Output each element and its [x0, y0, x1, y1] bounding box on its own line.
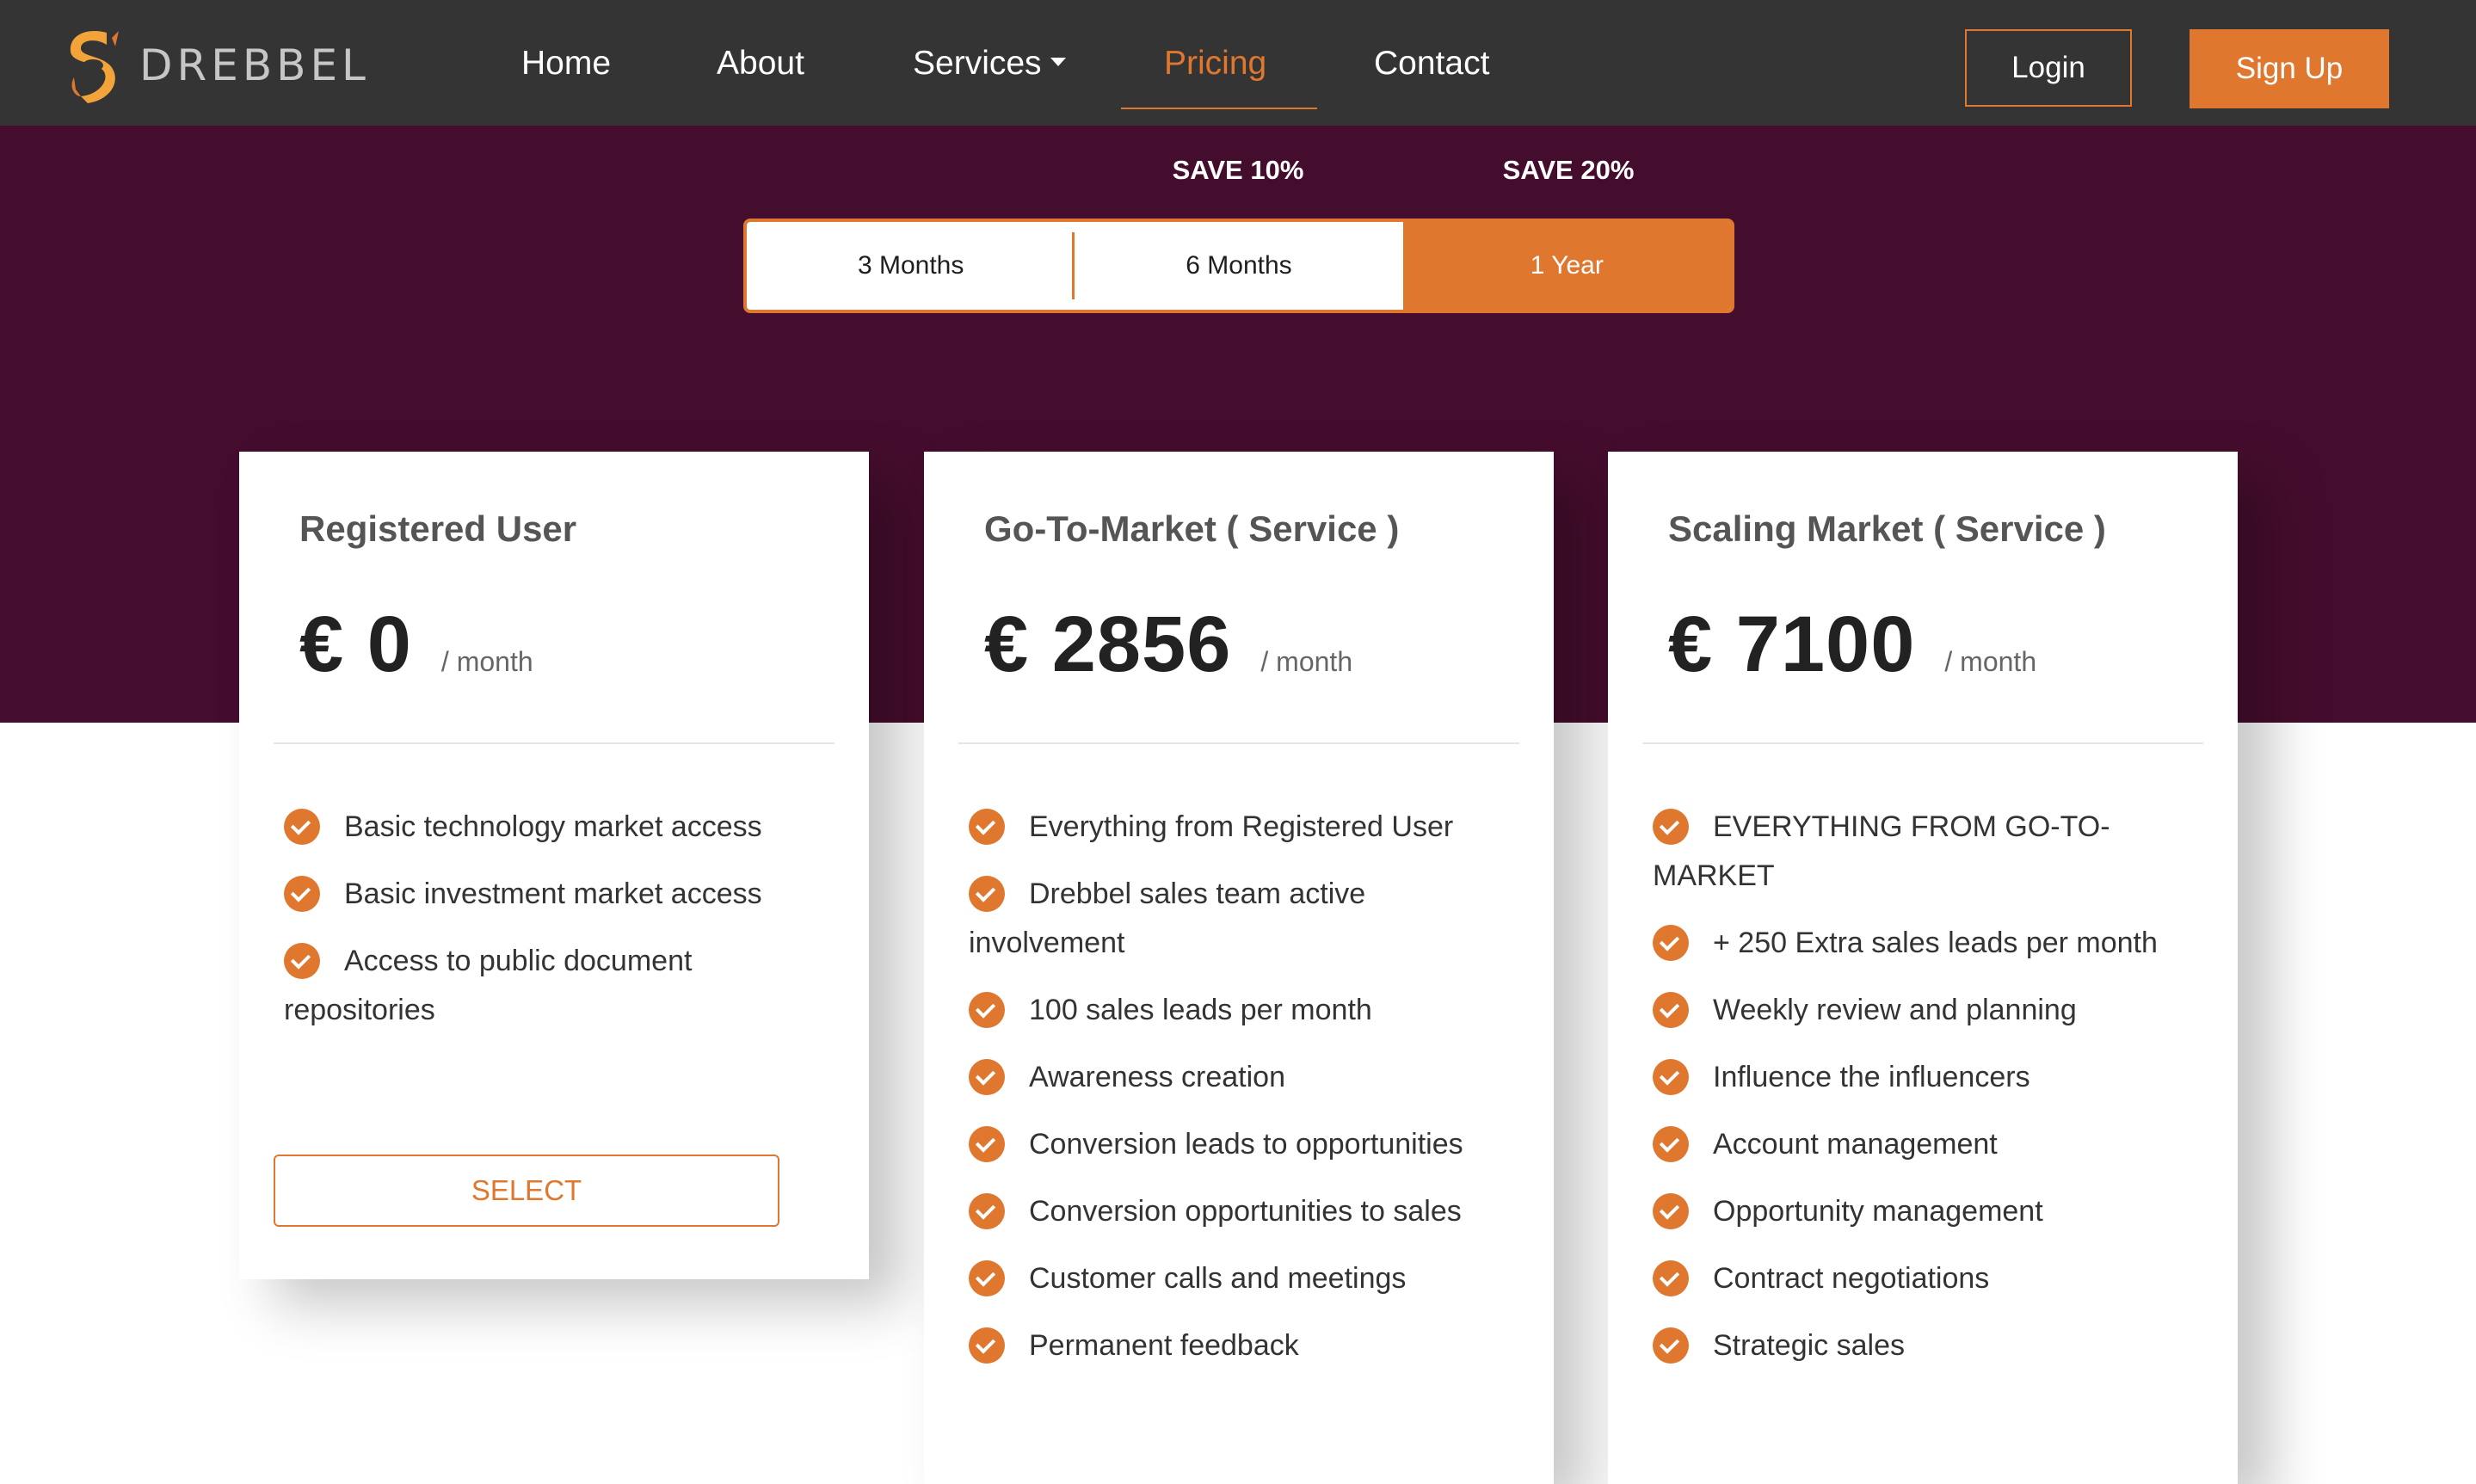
drebbel-logo-icon	[70, 31, 119, 103]
caret-down-icon	[1050, 57, 1066, 66]
nav-services-dropdown[interactable]: Services	[913, 45, 1066, 83]
nav-pricing-link[interactable]: Pricing	[1164, 45, 1266, 83]
nav-services-label: Services	[913, 45, 1042, 82]
feature-item: Conversion opportunities to sales	[969, 1187, 1537, 1236]
feature-item: Account management	[1653, 1120, 2220, 1169]
check-icon	[284, 876, 320, 913]
check-icon	[1653, 992, 1689, 1029]
feature-text: Drebbel sales team active involvement	[969, 877, 1366, 959]
feature-item: 100 sales leads per month	[969, 986, 1537, 1035]
feature-text: Conversion leads to opportunities	[1029, 1128, 1463, 1161]
feature-item: Contract negotiations	[1653, 1254, 2220, 1303]
feature-item: Everything from Registered User	[969, 803, 1537, 852]
plan-price-row: € 2856 / month	[984, 600, 1352, 690]
check-icon	[1653, 809, 1689, 846]
feature-text: + 250 Extra sales leads per month	[1713, 927, 2158, 959]
plan-card-scaling-market: Scaling Market ( Service ) € 7100 / mont…	[1608, 452, 2238, 1484]
feature-text: Influence the influencers	[1713, 1061, 2030, 1093]
period-option-6-months[interactable]: 6 Months	[1075, 222, 1402, 310]
plan-feature-list: EVERYTHING FROM GO-TO-MARKET + 250 Extra…	[1653, 803, 2220, 1389]
feature-item: Basic investment market access	[284, 870, 852, 919]
check-icon	[1653, 1260, 1689, 1297]
plan-price: € 0	[299, 600, 412, 688]
save-badge-6-months: SAVE 10%	[1172, 155, 1304, 185]
feature-text: EVERYTHING FROM GO-TO-MARKET	[1653, 810, 2110, 892]
plan-period: / month	[440, 646, 533, 677]
feature-text: Access to public document repositories	[284, 945, 693, 1026]
check-icon	[969, 1193, 1005, 1230]
nav-contact-link[interactable]: Contact	[1374, 45, 1489, 83]
check-icon	[1653, 1193, 1689, 1230]
feature-text: Strategic sales	[1713, 1329, 1905, 1362]
signup-button[interactable]: Sign Up	[2190, 29, 2389, 108]
plan-period: / month	[1260, 646, 1353, 677]
plan-title: Go-To-Market ( Service )	[984, 508, 1400, 549]
plan-card-registered-user: Registered User € 0 / month Basic techno…	[239, 452, 869, 1279]
plan-title: Registered User	[299, 508, 577, 549]
check-icon	[969, 1126, 1005, 1163]
nav-about-link[interactable]: About	[717, 45, 804, 83]
feature-text: Conversion opportunities to sales	[1029, 1195, 1462, 1228]
nav-home-link[interactable]: Home	[521, 45, 611, 83]
check-icon	[284, 943, 320, 980]
feature-text: Customer calls and meetings	[1029, 1262, 1407, 1295]
check-icon	[969, 1260, 1005, 1297]
check-icon	[1653, 1059, 1689, 1096]
plan-period: / month	[1944, 646, 2037, 677]
check-icon	[1653, 1327, 1689, 1364]
feature-item: Strategic sales	[1653, 1321, 2220, 1370]
feature-text: Basic investment market access	[344, 877, 762, 910]
feature-text: Awareness creation	[1029, 1061, 1285, 1093]
check-icon	[1653, 1126, 1689, 1163]
card-divider	[958, 742, 1519, 744]
feature-item: Permanent feedback	[969, 1321, 1537, 1370]
feature-item: Conversion leads to opportunities	[969, 1120, 1537, 1169]
check-icon	[969, 1059, 1005, 1096]
feature-item: Opportunity management	[1653, 1187, 2220, 1236]
check-icon	[969, 992, 1005, 1029]
plan-price: € 7100	[1668, 600, 1916, 688]
feature-item: Influence the influencers	[1653, 1053, 2220, 1102]
feature-text: 100 sales leads per month	[1029, 994, 1372, 1026]
period-option-3-months[interactable]: 3 Months	[747, 222, 1075, 310]
feature-text: Everything from Registered User	[1029, 810, 1454, 843]
plan-price-row: € 7100 / month	[1668, 600, 2036, 690]
check-icon	[969, 1327, 1005, 1364]
feature-item: EVERYTHING FROM GO-TO-MARKET	[1653, 803, 2220, 901]
feature-item: Drebbel sales team active involvement	[969, 870, 1537, 968]
plan-price: € 2856	[984, 600, 1232, 688]
check-icon	[969, 809, 1005, 846]
feature-text: Permanent feedback	[1029, 1329, 1299, 1362]
feature-text: Weekly review and planning	[1713, 994, 2077, 1026]
brand-logo[interactable]: DREBBEL	[62, 26, 370, 105]
feature-item: + 250 Extra sales leads per month	[1653, 919, 2220, 968]
billing-period-toggle: 3 Months 6 Months 1 Year	[743, 219, 1734, 313]
card-divider	[1642, 742, 2203, 744]
save-badge-1-year: SAVE 20%	[1502, 155, 1635, 185]
plan-title: Scaling Market ( Service )	[1668, 508, 2106, 549]
plan-card-go-to-market: Go-To-Market ( Service ) € 2856 / month …	[924, 452, 1554, 1484]
feature-item: Access to public document repositories	[284, 937, 852, 1035]
feature-text: Account management	[1713, 1128, 1998, 1161]
feature-item: Customer calls and meetings	[969, 1254, 1537, 1303]
period-option-1-year[interactable]: 1 Year	[1402, 222, 1731, 310]
brand-name: DREBBEL	[139, 40, 370, 90]
plan-price-row: € 0 / month	[299, 600, 533, 690]
feature-item: Awareness creation	[969, 1053, 1537, 1102]
feature-text: Basic technology market access	[344, 810, 762, 843]
check-icon	[969, 876, 1005, 913]
plan-feature-list: Basic technology market access Basic inv…	[284, 803, 852, 1053]
feature-text: Opportunity management	[1713, 1195, 2043, 1228]
login-button[interactable]: Login	[1965, 29, 2132, 107]
card-divider	[274, 742, 835, 744]
feature-item: Weekly review and planning	[1653, 986, 2220, 1035]
plan-feature-list: Everything from Registered User Drebbel …	[969, 803, 1537, 1389]
select-plan-button[interactable]: SELECT	[274, 1155, 779, 1227]
check-icon	[284, 809, 320, 846]
check-icon	[1653, 925, 1689, 962]
active-nav-indicator	[1121, 108, 1317, 109]
feature-text: Contract negotiations	[1713, 1262, 1990, 1295]
feature-item: Basic technology market access	[284, 803, 852, 852]
navbar: DREBBEL Home About Services Pricing Cont…	[0, 0, 2476, 126]
